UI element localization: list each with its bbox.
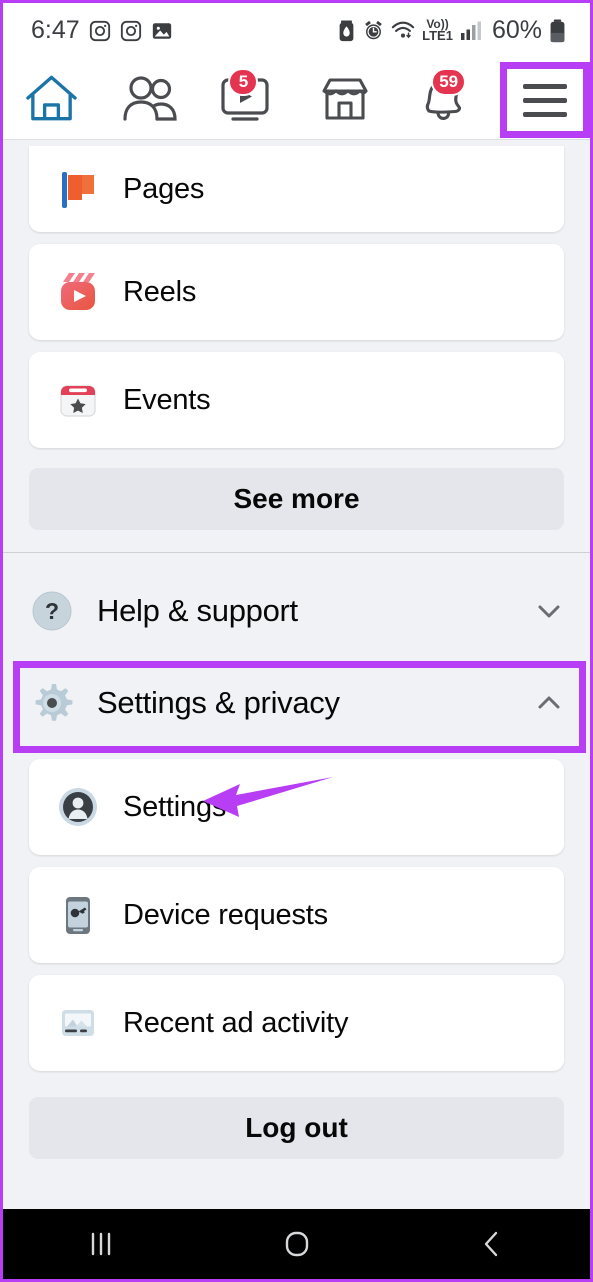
help-question-icon: ? <box>29 588 75 634</box>
settings-submenu: Settings Device requests Recent ad activ… <box>3 749 590 1159</box>
home-icon <box>26 75 78 120</box>
video-badge: 5 <box>228 68 259 96</box>
wifi-icon <box>391 20 415 41</box>
events-calendar-icon <box>55 377 101 423</box>
signal-icon <box>460 21 482 41</box>
marketplace-icon <box>322 77 368 120</box>
menu-scroll-body[interactable]: Pages Reels Events See more ? Help & sup… <box>3 140 590 1209</box>
shortcut-reels[interactable]: Reels <box>29 244 564 340</box>
nav-marketplace[interactable] <box>296 58 394 139</box>
recents-button[interactable] <box>3 1229 199 1259</box>
settings-item-recent-ad-activity[interactable]: Recent ad activity <box>29 975 564 1071</box>
ad-activity-icon <box>55 1000 101 1046</box>
status-time: 6:47 <box>31 16 80 44</box>
nav-friends[interactable] <box>101 58 199 139</box>
recents-icon <box>91 1232 111 1256</box>
gear-icon <box>29 680 75 726</box>
volte-icon: Vo)) LTE1 <box>422 17 453 44</box>
hamburger-icon <box>523 83 567 117</box>
battery-saver-icon <box>337 19 356 42</box>
home-circle-icon <box>285 1231 308 1257</box>
chevron-up-icon[interactable] <box>534 688 564 718</box>
status-bar: 6:47 Vo)) LTE1 60% <box>3 3 590 58</box>
status-bar-right: Vo)) LTE1 60% <box>337 16 566 45</box>
nav-video[interactable]: 5 <box>199 58 297 139</box>
back-button[interactable] <box>394 1228 590 1260</box>
back-chevron-icon <box>484 1231 498 1257</box>
notifications-badge: 59 <box>431 68 467 96</box>
person-circle-icon <box>55 784 101 830</box>
android-system-nav <box>3 1209 590 1279</box>
settings-item-label: Settings <box>123 790 227 823</box>
network-label: LTE1 <box>422 28 453 44</box>
shortcuts-section: Pages Reels Events See more <box>3 140 590 565</box>
settings-item-device-requests[interactable]: Device requests <box>29 867 564 963</box>
log-out-button[interactable]: Log out <box>29 1097 564 1159</box>
status-bar-left: 6:47 <box>31 16 173 45</box>
section-divider <box>3 552 590 553</box>
settings-item-label: Device requests <box>123 898 328 931</box>
chevron-down-icon[interactable] <box>534 596 564 626</box>
alarm-icon <box>363 20 384 41</box>
settings-item-settings[interactable]: Settings <box>29 759 564 855</box>
gallery-icon <box>151 20 173 42</box>
phone-key-icon <box>55 892 101 938</box>
nav-notifications[interactable]: 59 <box>394 58 492 139</box>
pages-flag-icon <box>55 166 101 212</box>
home-button[interactable] <box>199 1228 395 1260</box>
expandable-settings-privacy[interactable]: Settings & privacy <box>3 657 590 749</box>
reels-clapper-icon <box>55 269 101 315</box>
expandable-label: Help & support <box>97 593 298 628</box>
phone-screen: 6:47 Vo)) LTE1 60% 5 59 Pages Reels Even… <box>0 0 593 1282</box>
settings-item-label: Recent ad activity <box>123 1006 349 1039</box>
menu-highlight-box[interactable] <box>500 62 590 138</box>
battery-icon <box>549 18 566 43</box>
instagram-icon <box>89 20 111 42</box>
shortcut-pages[interactable]: Pages <box>29 146 564 232</box>
expandable-help-support[interactable]: ? Help & support <box>3 565 590 657</box>
nav-home[interactable] <box>3 58 101 139</box>
friends-icon <box>123 75 177 121</box>
shortcut-events[interactable]: Events <box>29 352 564 448</box>
expandable-label: Settings & privacy <box>97 685 340 720</box>
shortcut-label: Reels <box>123 275 197 308</box>
battery-percent-label: 60% <box>491 16 542 44</box>
see-more-button[interactable]: See more <box>29 468 564 530</box>
svg-text:?: ? <box>45 598 59 624</box>
shortcut-label: Events <box>123 383 211 416</box>
instagram-icon <box>120 20 142 42</box>
shortcut-label: Pages <box>123 172 205 205</box>
